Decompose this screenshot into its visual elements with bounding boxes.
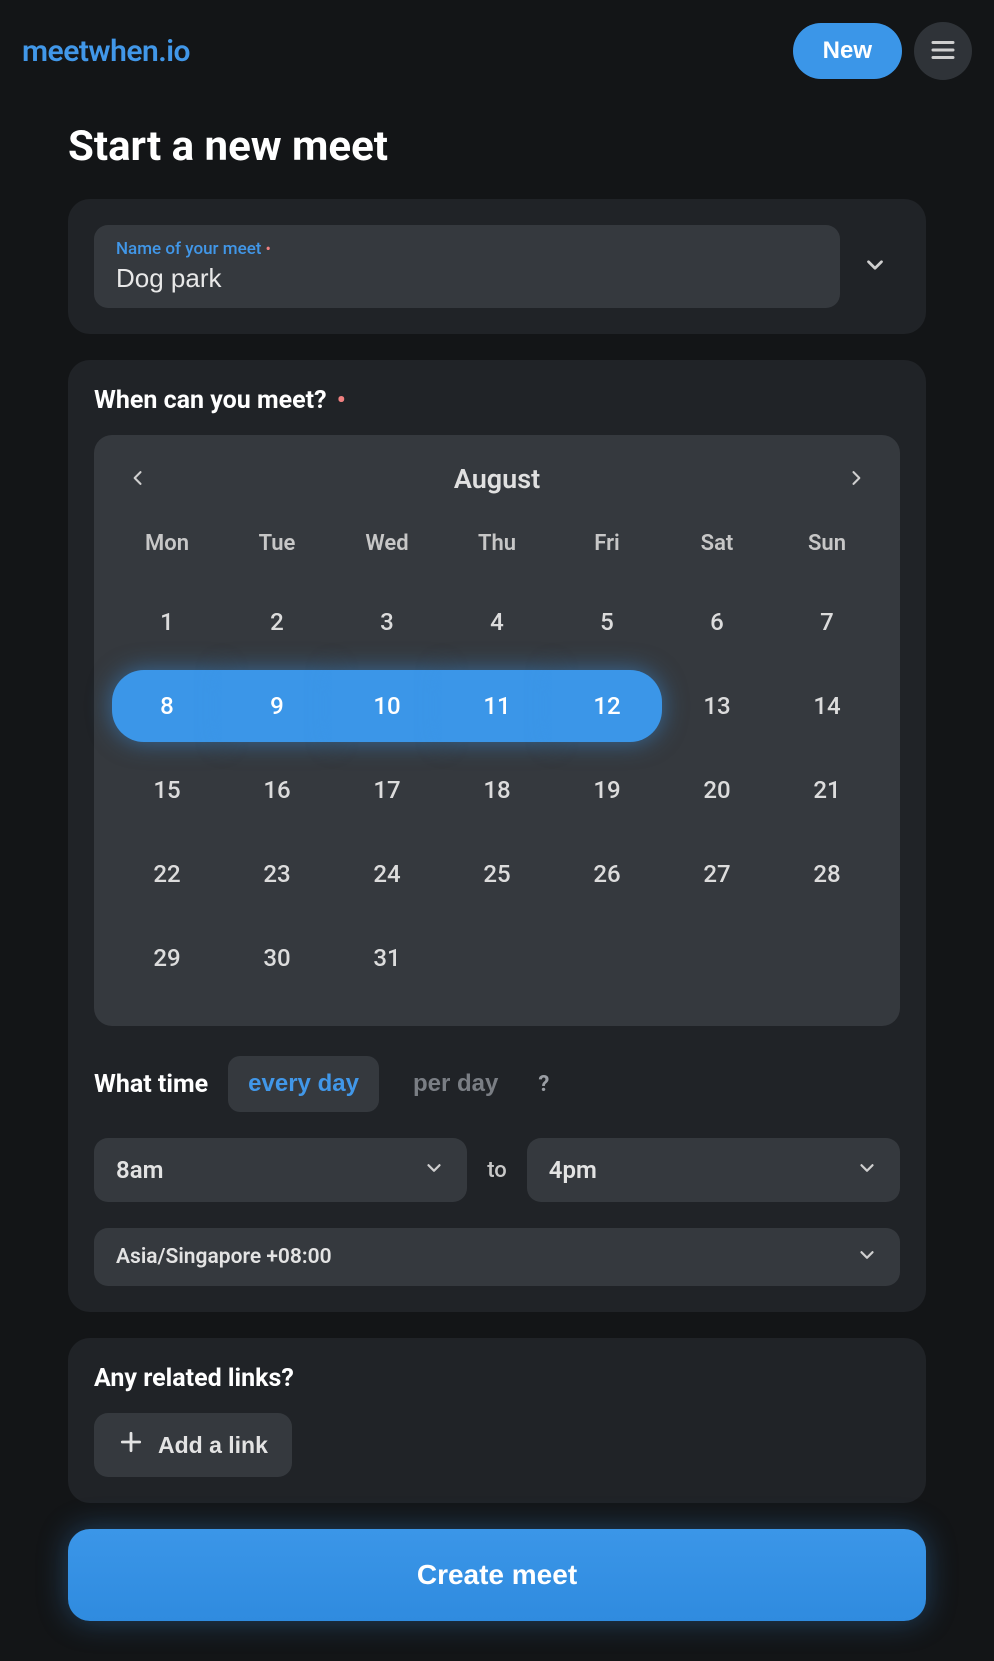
timezone-value: Asia/Singapore +08:00 (116, 1245, 332, 1269)
calendar-day[interactable]: 19 (552, 754, 662, 826)
calendar-day[interactable]: 15 (112, 754, 222, 826)
create-meet-button[interactable]: Create meet (68, 1529, 926, 1621)
required-dot: • (337, 386, 346, 415)
chevron-down-icon (862, 252, 888, 282)
logo[interactable]: meetwhen.io (22, 34, 190, 69)
calendar-day[interactable]: 1 (112, 586, 222, 658)
time-to-value: 4pm (549, 1156, 597, 1184)
calendar-day[interactable]: 28 (772, 838, 882, 910)
calendar-empty (552, 922, 662, 994)
calendar-day[interactable]: 11 (442, 670, 552, 742)
calendar-day[interactable]: 30 (222, 922, 332, 994)
add-link-label: Add a link (158, 1432, 268, 1459)
dow-label: Fri (552, 519, 662, 576)
calendar-day[interactable]: 13 (662, 670, 772, 742)
calendar-day[interactable]: 26 (552, 838, 662, 910)
calendar-day[interactable]: 23 (222, 838, 332, 910)
calendar-day[interactable]: 7 (772, 586, 882, 658)
name-card: Name of your meet• (68, 199, 926, 334)
plus-icon (118, 1429, 144, 1461)
calendar-day[interactable]: 5 (552, 586, 662, 658)
dow-label: Tue (222, 519, 332, 576)
chevron-down-icon (856, 1244, 878, 1270)
calendar-empty (442, 922, 552, 994)
calendar-day[interactable]: 22 (112, 838, 222, 910)
time-from-select[interactable]: 8am (94, 1138, 467, 1202)
links-card: Any related links? Add a link (68, 1338, 926, 1503)
dow-label: Sat (662, 519, 772, 576)
timezone-select[interactable]: Asia/Singapore +08:00 (94, 1228, 900, 1286)
calendar-day[interactable]: 14 (772, 670, 882, 742)
calendar-day[interactable]: 16 (222, 754, 332, 826)
calendar-day[interactable]: 10 (332, 670, 442, 742)
calendar-day[interactable]: 24 (332, 838, 442, 910)
calendar-day[interactable]: 21 (772, 754, 882, 826)
calendar-empty (662, 922, 772, 994)
time-from-value: 8am (116, 1156, 163, 1184)
dow-label: Mon (112, 519, 222, 576)
expand-name-button[interactable] (858, 250, 892, 284)
meet-name-field[interactable]: Name of your meet• (94, 225, 840, 308)
required-dot: • (265, 239, 270, 258)
calendar-day[interactable]: 17 (332, 754, 442, 826)
links-heading: Any related links? (94, 1364, 900, 1393)
prev-month-button[interactable] (120, 461, 156, 497)
to-label: to (487, 1158, 507, 1183)
calendar-day[interactable]: 3 (332, 586, 442, 658)
dow-label: Thu (442, 519, 552, 576)
calendar-month: August (454, 463, 540, 495)
calendar: August MonTueWedThuFriSatSun123456789101… (94, 435, 900, 1026)
calendar-day[interactable]: 4 (442, 586, 552, 658)
calendar-day[interactable]: 12 (552, 670, 662, 742)
add-link-button[interactable]: Add a link (94, 1413, 292, 1477)
calendar-day[interactable]: 31 (332, 922, 442, 994)
calendar-day[interactable]: 20 (662, 754, 772, 826)
time-to-select[interactable]: 4pm (527, 1138, 900, 1202)
chevron-left-icon (128, 468, 148, 491)
calendar-day[interactable]: 25 (442, 838, 552, 910)
dow-label: Sun (772, 519, 882, 576)
mode-per-day[interactable]: per day (393, 1056, 518, 1112)
new-button[interactable]: New (793, 23, 902, 79)
meet-name-label: Name of your meet (116, 239, 261, 259)
chevron-down-icon (856, 1157, 878, 1183)
chevron-right-icon (846, 468, 866, 491)
when-card: When can you meet? • August MonTueWedThu… (68, 360, 926, 1312)
menu-button[interactable] (914, 22, 972, 80)
calendar-day[interactable]: 18 (442, 754, 552, 826)
mode-every-day[interactable]: every day (228, 1056, 379, 1112)
time-help[interactable]: ? (538, 1072, 549, 1097)
calendar-day[interactable]: 6 (662, 586, 772, 658)
chevron-down-icon (423, 1157, 445, 1183)
calendar-day[interactable]: 29 (112, 922, 222, 994)
dow-label: Wed (332, 519, 442, 576)
page-title: Start a new meet (68, 122, 926, 171)
when-heading: When can you meet? (94, 386, 327, 415)
calendar-day[interactable]: 9 (222, 670, 332, 742)
meet-name-input[interactable] (116, 263, 818, 294)
time-label: What time (94, 1070, 208, 1099)
hamburger-icon (928, 35, 958, 68)
next-month-button[interactable] (838, 461, 874, 497)
calendar-day[interactable]: 27 (662, 838, 772, 910)
calendar-day[interactable]: 2 (222, 586, 332, 658)
calendar-day[interactable]: 8 (112, 670, 222, 742)
calendar-empty (772, 922, 882, 994)
